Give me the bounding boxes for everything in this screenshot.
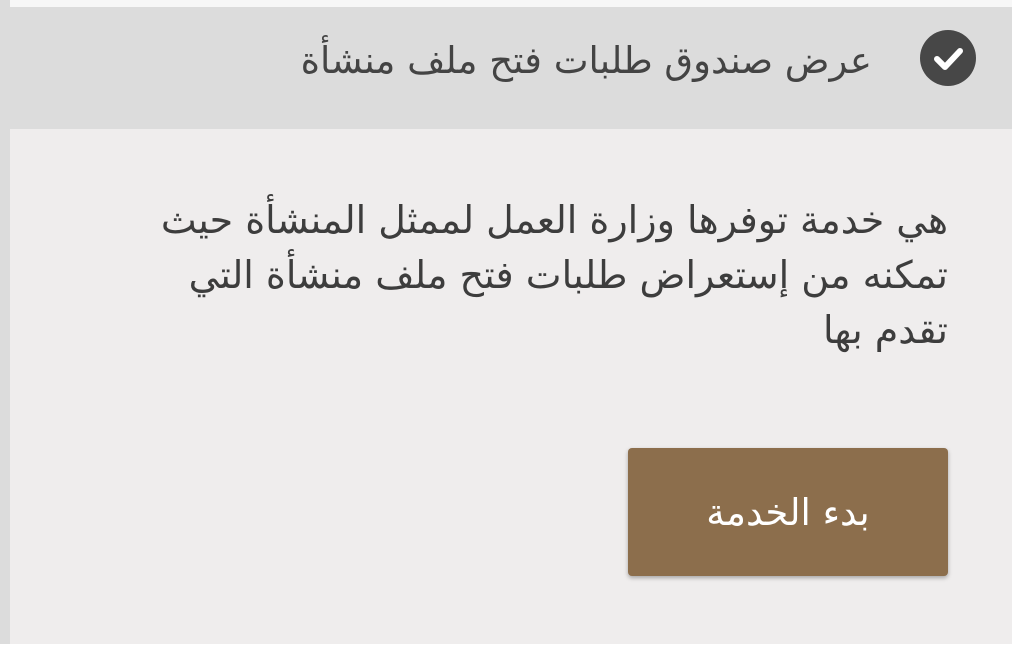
service-card: عرض صندوق طلبات فتح ملف منشأة هي خدمة تو…	[10, 7, 1012, 644]
left-border	[0, 0, 10, 663]
check-circle-icon	[920, 30, 976, 86]
start-service-button[interactable]: بدء الخدمة	[628, 448, 948, 576]
top-edge	[0, 0, 1015, 7]
service-header[interactable]: عرض صندوق طلبات فتح ملف منشأة	[10, 7, 1012, 129]
bottom-edge	[0, 644, 1015, 663]
service-title: عرض صندوق طلبات فتح ملف منشأة	[300, 39, 872, 82]
service-description: هي خدمة توفرها وزارة العمل لممثل المنشأة…	[160, 198, 948, 352]
